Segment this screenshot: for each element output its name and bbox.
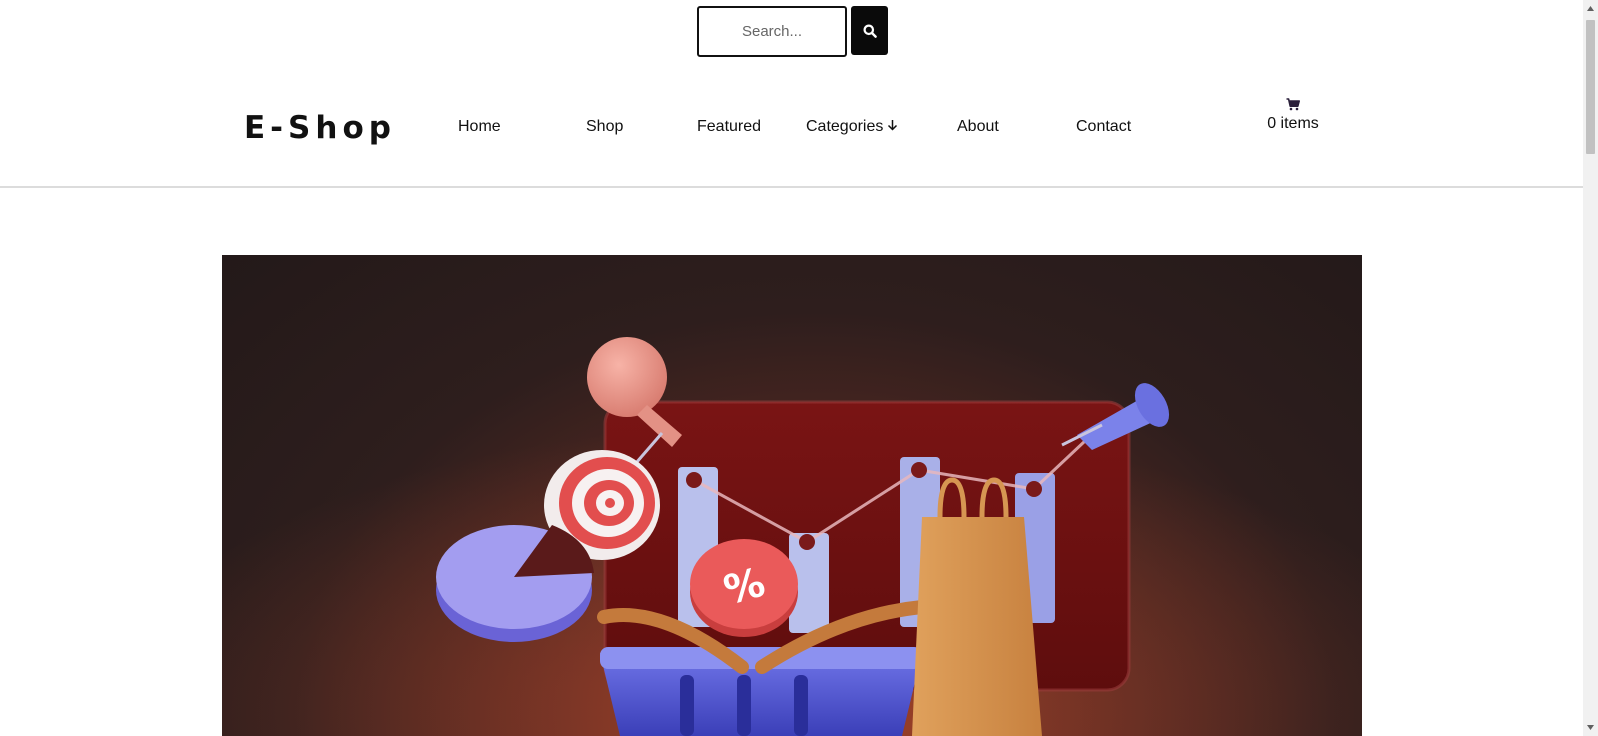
site-logo[interactable]: E-Shop (244, 110, 396, 146)
nav-featured[interactable]: Featured (697, 118, 761, 136)
hero-banner: % (222, 255, 1362, 736)
site-header: E-Shop Home Shop Featured Categories Abo… (0, 64, 1583, 188)
search-input[interactable] (697, 6, 847, 57)
hero-illustration: % (222, 255, 1362, 736)
nav-shop[interactable]: Shop (586, 118, 623, 136)
cart-link[interactable]: 0 items (1253, 98, 1333, 133)
scroll-down-icon[interactable] (1586, 723, 1595, 732)
page-scrollbar[interactable] (1583, 0, 1598, 736)
nav-categories[interactable]: Categories (806, 118, 898, 136)
search-button[interactable] (851, 6, 888, 55)
scroll-up-icon[interactable] (1586, 4, 1595, 13)
nav-contact[interactable]: Contact (1076, 118, 1131, 136)
scroll-thumb[interactable] (1586, 20, 1595, 154)
cart-icon (1286, 98, 1300, 111)
cart-count: 0 items (1267, 115, 1319, 132)
search-icon (863, 24, 877, 38)
nav-about[interactable]: About (957, 118, 999, 136)
nav-categories-label: Categories (806, 118, 884, 135)
nav-home[interactable]: Home (458, 118, 501, 136)
search-bar (697, 6, 888, 57)
arrow-down-icon (887, 118, 898, 136)
